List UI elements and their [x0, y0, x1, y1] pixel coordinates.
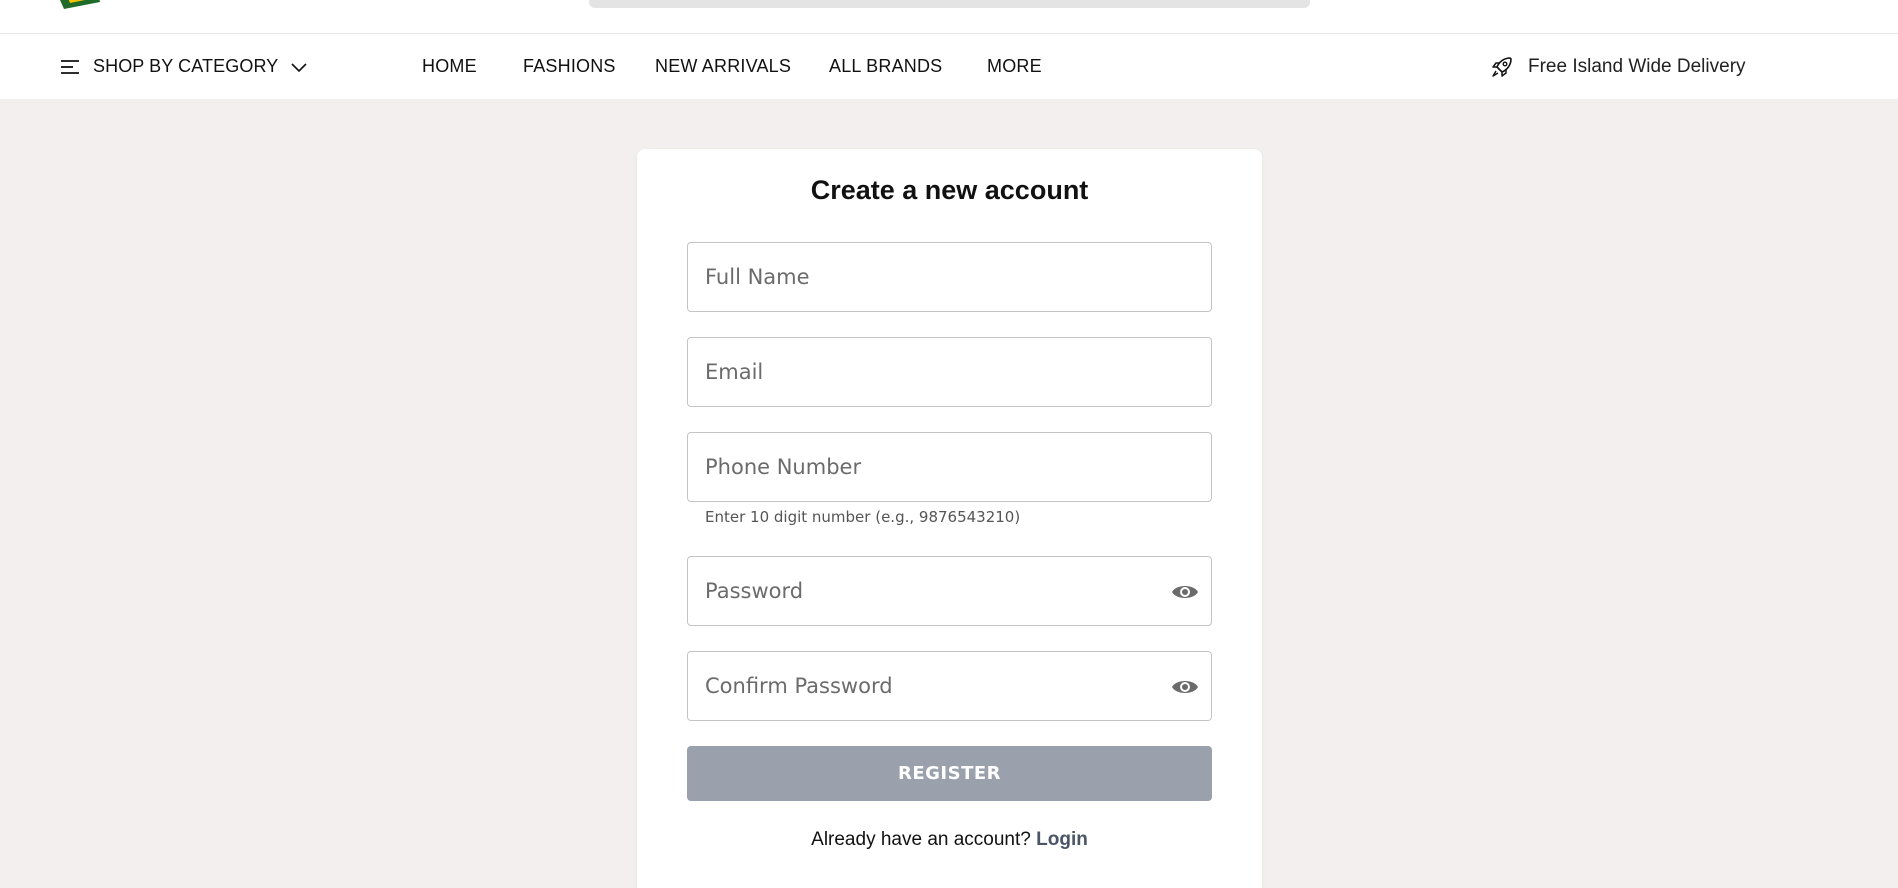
search-bar[interactable]	[589, 0, 1310, 8]
store-logo[interactable]	[58, 0, 118, 9]
confirm-password-field	[687, 651, 1212, 721]
register-card: Create a new account Enter 10 digit numb…	[637, 149, 1262, 888]
have-account-text: Already have an account?	[811, 829, 1031, 850]
full-name-field	[687, 242, 1212, 312]
register-button[interactable]: REGISTER	[687, 746, 1212, 801]
email-input[interactable]	[688, 338, 1211, 406]
menu-icon	[61, 59, 79, 74]
password-input[interactable]	[688, 557, 1211, 625]
shop-by-category-button[interactable]: SHOP BY CATEGORY	[60, 34, 308, 99]
delivery-info: Free Island Wide Delivery	[1490, 34, 1746, 99]
shop-by-category-label: SHOP BY CATEGORY	[93, 56, 279, 76]
full-name-input[interactable]	[688, 243, 1211, 311]
nav-new-arrivals[interactable]: NEW ARRIVALS	[655, 34, 791, 99]
confirm-password-input[interactable]	[688, 652, 1211, 720]
phone-input[interactable]	[688, 433, 1211, 501]
nav-fashions[interactable]: FASHIONS	[523, 34, 616, 99]
main-navbar: SHOP BY CATEGORY HOME FASHIONS NEW ARRIV…	[0, 34, 1898, 99]
delivery-text: Free Island Wide Delivery	[1528, 55, 1746, 77]
nav-all-brands[interactable]: ALL BRANDS	[829, 34, 942, 99]
show-confirm-password-icon[interactable]	[1171, 675, 1199, 699]
chevron-down-icon	[291, 62, 307, 72]
phone-field	[687, 432, 1212, 502]
password-field	[687, 556, 1212, 626]
email-field	[687, 337, 1212, 407]
show-password-icon[interactable]	[1171, 580, 1199, 604]
page-title: Create a new account	[810, 175, 1089, 205]
rocket-icon	[1492, 56, 1512, 77]
top-header	[0, 0, 1898, 34]
login-prompt: Already have an account? Login	[637, 829, 1262, 851]
nav-more[interactable]: MORE	[987, 34, 1042, 99]
phone-helper-text: Enter 10 digit number (e.g., 9876543210)	[705, 508, 1021, 526]
login-link[interactable]: Login	[1036, 829, 1088, 850]
nav-home[interactable]: HOME	[422, 34, 477, 99]
